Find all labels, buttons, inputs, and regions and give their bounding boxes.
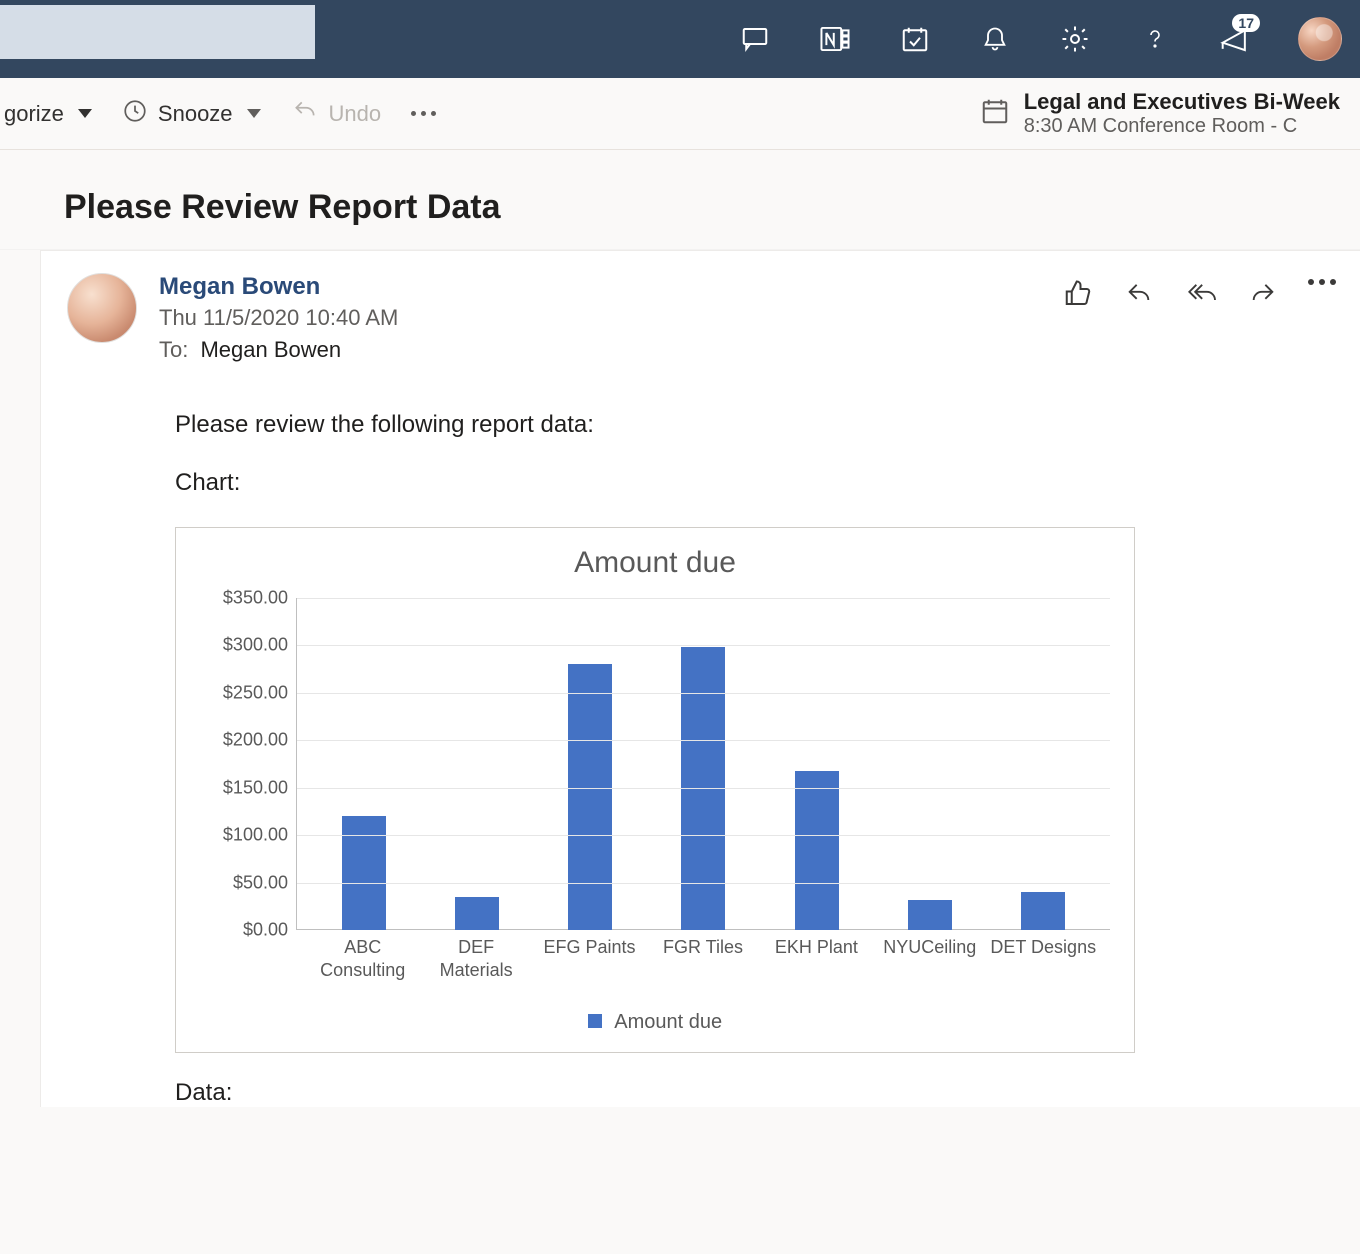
undo-label: Undo: [329, 101, 382, 127]
next-event-title: Legal and Executives Bi-Week: [1024, 89, 1340, 115]
to-label: To:: [159, 337, 188, 362]
chart-plot-area: [296, 598, 1110, 930]
undo-icon: [291, 98, 319, 130]
grid-line: [297, 598, 1110, 599]
notifications-icon[interactable]: [978, 22, 1012, 56]
message-toolbar: gorize Snooze Undo Legal and Executives …: [0, 78, 1360, 150]
feedback-icon[interactable]: 17: [1218, 22, 1252, 56]
snooze-label: Snooze: [158, 101, 233, 127]
chart-bar: [908, 900, 952, 930]
y-tick-label: $300.00: [223, 635, 288, 656]
message-subject: Please Review Report Data: [64, 188, 1360, 227]
legend-label: Amount due: [614, 1011, 722, 1033]
recipients-line: To: Megan Bowen: [159, 337, 1040, 363]
like-button[interactable]: [1062, 279, 1094, 314]
calendar-icon: [980, 96, 1010, 132]
chart-title: Amount due: [200, 546, 1110, 580]
categorize-label: gorize: [4, 101, 64, 127]
reply-all-button[interactable]: [1184, 279, 1218, 312]
next-event-text: Legal and Executives Bi-Week 8:30 AM Con…: [1024, 89, 1340, 138]
to-value: Megan Bowen: [200, 337, 341, 362]
message-actions: [1062, 273, 1336, 363]
search-input-stub[interactable]: [0, 5, 315, 59]
chart-bars: [297, 598, 1110, 930]
chat-icon[interactable]: [738, 22, 772, 56]
ellipsis-icon: [411, 111, 436, 116]
sender-name[interactable]: Megan Bowen: [159, 273, 1040, 301]
y-tick-label: $150.00: [223, 777, 288, 798]
chart-plot: $0.00 $50.00 $100.00 $150.00 $200.00 $250.00 $…: [200, 598, 1110, 978]
more-button[interactable]: [1308, 279, 1336, 285]
body-text-3: Data:: [175, 1079, 1336, 1107]
chart-bar: [568, 664, 612, 930]
chart-bar: [342, 816, 386, 930]
legend-swatch: [588, 1014, 602, 1028]
account-avatar[interactable]: [1298, 17, 1342, 61]
y-tick-label: $350.00: [223, 588, 288, 609]
grid-line: [297, 645, 1110, 646]
body-text-1: Please review the following report data:: [175, 411, 1336, 439]
ellipsis-icon: [1308, 279, 1336, 285]
body-text-2: Chart:: [175, 469, 1336, 497]
sent-date: Thu 11/5/2020 10:40 AM: [159, 305, 1040, 331]
message-card: Megan Bowen Thu 11/5/2020 10:40 AM To: M…: [40, 250, 1360, 1107]
titlebar-actions: 17: [738, 17, 1342, 61]
chart-container: Amount due $0.00 $50.00 $100.00 $150.00 $200…: [175, 527, 1135, 1053]
chevron-down-icon: [78, 109, 92, 118]
message-meta: Megan Bowen Thu 11/5/2020 10:40 AM To: M…: [159, 273, 1040, 363]
onenote-icon[interactable]: [818, 22, 852, 56]
help-icon[interactable]: [1138, 22, 1172, 56]
grid-line: [297, 883, 1110, 884]
chart-y-axis: $0.00 $50.00 $100.00 $150.00 $200.00 $250.00 $…: [200, 598, 296, 978]
clock-icon: [122, 98, 148, 130]
chart-bar: [795, 771, 839, 930]
title-bar: 17: [0, 0, 1360, 78]
next-event-pill[interactable]: Legal and Executives Bi-Week 8:30 AM Con…: [980, 89, 1340, 138]
sender-avatar[interactable]: [67, 273, 137, 343]
settings-icon[interactable]: [1058, 22, 1092, 56]
chart-bar: [1021, 892, 1065, 930]
grid-line: [297, 788, 1110, 789]
y-tick-label: $200.00: [223, 730, 288, 751]
chart-bar: [455, 897, 499, 930]
y-tick-label: $50.00: [233, 872, 288, 893]
chart-legend: Amount due: [200, 1011, 1110, 1034]
next-event-detail: 8:30 AM Conference Room - C: [1024, 115, 1340, 138]
y-tick-label: $100.00: [223, 825, 288, 846]
feedback-badge: 17: [1232, 14, 1260, 32]
more-actions-button[interactable]: [411, 111, 436, 116]
grid-line: [297, 740, 1110, 741]
forward-button[interactable]: [1248, 279, 1278, 312]
y-tick-label: $250.00: [223, 682, 288, 703]
todo-icon[interactable]: [898, 22, 932, 56]
reply-button[interactable]: [1124, 279, 1154, 312]
chevron-down-icon: [247, 109, 261, 118]
y-tick-label: $0.00: [243, 920, 288, 941]
message-header: Megan Bowen Thu 11/5/2020 10:40 AM To: M…: [67, 273, 1336, 363]
snooze-button[interactable]: Snooze: [122, 98, 261, 130]
message-body: Please review the following report data:…: [67, 363, 1336, 1107]
categorize-button[interactable]: gorize: [4, 101, 92, 127]
grid-line: [297, 835, 1110, 836]
undo-button[interactable]: Undo: [291, 98, 382, 130]
subject-area: Please Review Report Data: [0, 150, 1360, 250]
grid-line: [297, 693, 1110, 694]
